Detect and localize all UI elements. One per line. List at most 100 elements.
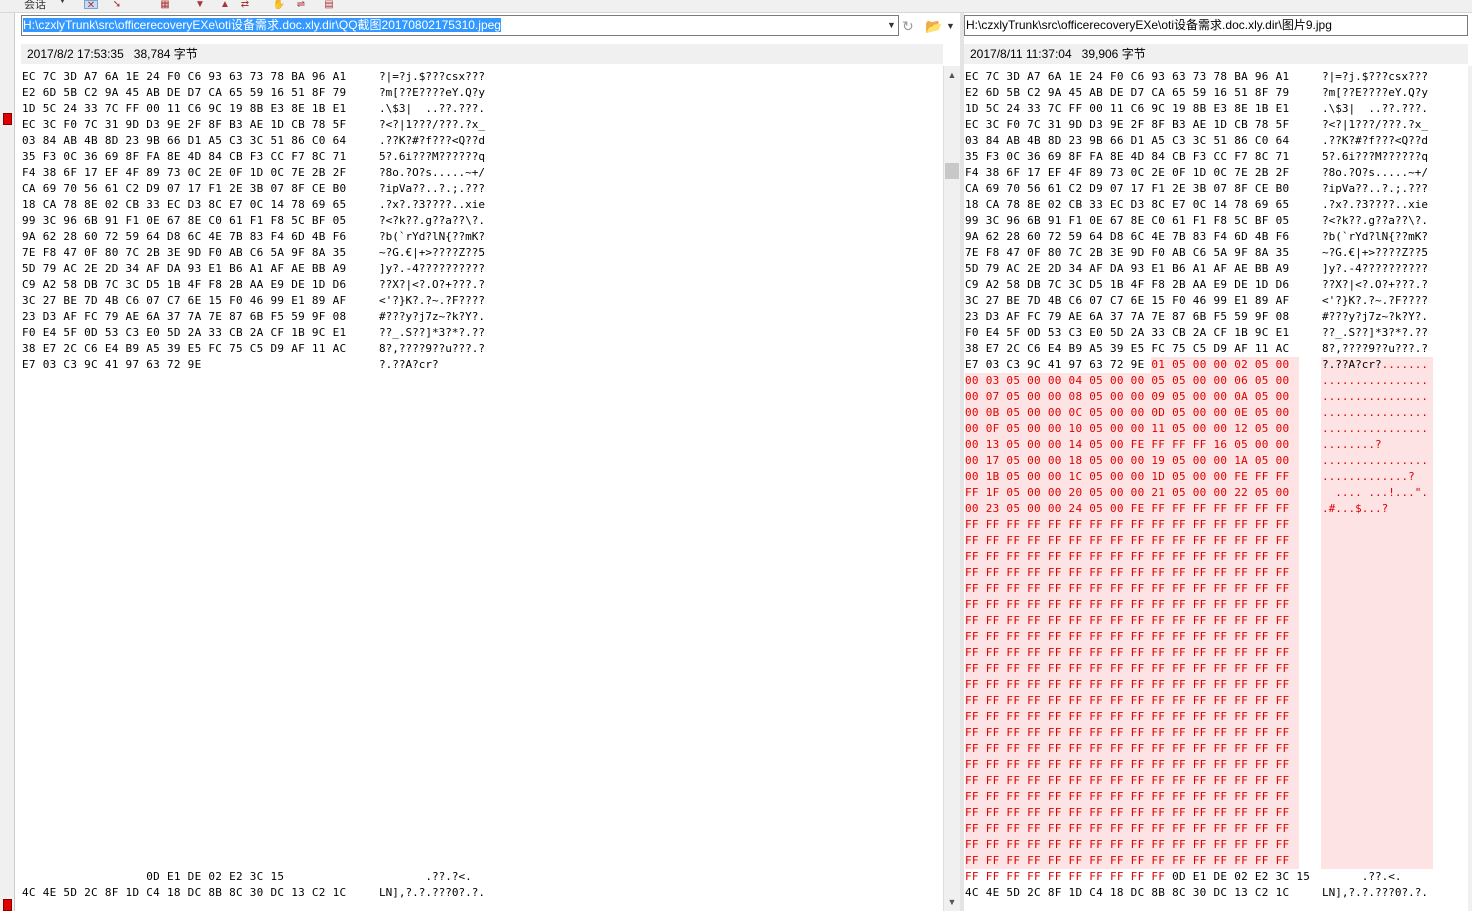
hex-bytes[interactable]: F4 38 6F 17 EF 4F 89 73 0C 2E 0F 1D 0C 7…: [22, 165, 346, 181]
hex-bytes[interactable]: FF FF FF FF FF FF FF FF FF FF FF FF FF F…: [965, 709, 1289, 725]
ascii-text[interactable]: ?.??A?cr?.......: [1322, 357, 1428, 373]
hex-bytes[interactable]: FF 1F 05 00 00 20 05 00 00 21 05 00 00 2…: [965, 485, 1289, 501]
left-path-dropdown-icon[interactable]: ▼: [885, 16, 898, 35]
hex-bytes[interactable]: C9 A2 58 DB 7C 3C D5 1B 4F F8 2B AA E9 D…: [22, 277, 346, 293]
hex-bytes[interactable]: FF FF FF FF FF FF FF FF FF FF FF FF FF F…: [965, 741, 1289, 757]
refresh-icon[interactable]: ↻: [902, 16, 914, 36]
hex-bytes[interactable]: 7E F8 47 0F 80 7C 2B 3E 9D F0 AB C6 5A 9…: [22, 245, 346, 261]
hex-bytes[interactable]: 9A 62 28 60 72 59 64 D8 6C 4E 7B 83 F4 6…: [22, 229, 346, 245]
ascii-text[interactable]: ??X?|<?.O?+???.?: [1322, 277, 1428, 293]
hex-bytes[interactable]: 4C 4E 5D 2C 8F 1D C4 18 DC 8B 8C 30 DC 1…: [965, 885, 1289, 901]
hex-bytes[interactable]: FF FF FF FF FF FF FF FF FF FF FF FF FF F…: [965, 725, 1289, 741]
ascii-text[interactable]: .?x?.?3????..xie: [379, 197, 485, 213]
hex-bytes[interactable]: CA 69 70 56 61 C2 D9 07 17 F1 2E 3B 07 8…: [965, 181, 1289, 197]
hex-bytes[interactable]: FF FF FF FF FF FF FF FF FF FF FF FF FF F…: [965, 821, 1289, 837]
ascii-text[interactable]: ?|=?j.$???csx???: [379, 69, 485, 85]
hex-bytes[interactable]: 3C 27 BE 7D 4B C6 07 C7 6E 15 F0 46 99 E…: [965, 293, 1289, 309]
sync-button[interactable]: ⇄: [238, 0, 252, 10]
hex-bytes[interactable]: 38 E7 2C C6 E4 B9 A5 39 E5 FC 75 C5 D9 A…: [22, 341, 346, 357]
hex-bytes[interactable]: 5D 79 AC 2E 2D 34 AF DA 93 E1 B6 A1 AF A…: [22, 261, 346, 277]
ascii-text[interactable]: ................: [1322, 453, 1428, 469]
hex-bytes[interactable]: F0 E4 5F 0D 53 C3 E0 5D 2A 33 CB 2A CF 1…: [22, 325, 346, 341]
diff-overview-gutter[interactable]: [0, 13, 15, 911]
hex-bytes[interactable]: 00 0B 05 00 00 0C 05 00 00 0D 05 00 00 0…: [965, 405, 1289, 421]
hand-button[interactable]: ✋: [272, 0, 286, 10]
hex-bytes[interactable]: EC 7C 3D A7 6A 1E 24 F0 C6 93 63 73 78 B…: [22, 69, 346, 85]
ascii-text[interactable]: 5?.6i???M??????q: [1322, 149, 1428, 165]
hex-bytes[interactable]: FF FF FF FF FF FF FF FF FF FF FF FF FF F…: [965, 853, 1289, 869]
hex-bytes[interactable]: 03 84 AB 4B 8D 23 9B 66 D1 A5 C3 3C 51 8…: [965, 133, 1289, 149]
hex-bytes[interactable]: FF FF FF FF FF FF FF FF FF FF 0D E1 DE 0…: [965, 869, 1310, 885]
hex-bytes[interactable]: F4 38 6F 17 EF 4F 89 73 0C 2E 0F 1D 0C 7…: [965, 165, 1289, 181]
diff-marker[interactable]: [3, 113, 12, 125]
ascii-text[interactable]: ................: [1322, 373, 1428, 389]
right-hex-pane[interactable]: EC 7C 3D A7 6A 1E 24 F0 C6 93 63 73 78 B…: [965, 66, 1468, 911]
ascii-text[interactable]: ??_.S??]*3?*?.??: [1322, 325, 1428, 341]
ascii-text[interactable]: LN],?.?.???0?.?.: [1322, 885, 1428, 901]
hex-bytes[interactable]: 4C 4E 5D 2C 8F 1D C4 18 DC 8B 8C 30 DC 1…: [22, 885, 346, 901]
ascii-text[interactable]: 8?,????9??u???.?: [379, 341, 485, 357]
scroll-up-icon[interactable]: ▲: [944, 68, 960, 82]
hex-bytes[interactable]: CA 69 70 56 61 C2 D9 07 17 F1 2E 3B 07 8…: [22, 181, 346, 197]
hex-bytes[interactable]: E2 6D 5B C2 9A 45 AB DE D7 CA 65 59 16 5…: [22, 85, 346, 101]
ascii-text[interactable]: ?ipVa??..?.;.???: [379, 181, 485, 197]
ascii-text[interactable]: ........?: [1322, 437, 1382, 453]
ascii-text[interactable]: ]y?.-4??????????: [1322, 261, 1428, 277]
right-path-input[interactable]: H:\czxlyTrunk\src\officerecoveryEXe\oti设…: [964, 15, 1468, 36]
scroll-thumb[interactable]: [945, 163, 959, 179]
ascii-text[interactable]: ?ipVa??..?.;.???: [1322, 181, 1428, 197]
hex-bytes[interactable]: 00 1B 05 00 00 1C 05 00 00 1D 05 00 00 F…: [965, 469, 1289, 485]
ascii-text[interactable]: #???y?j7z~?k?Y?.: [379, 309, 485, 325]
ascii-text[interactable]: ~?G.€|+>????Z??5: [1322, 245, 1428, 261]
pane-splitter[interactable]: [960, 13, 964, 911]
hex-bytes[interactable]: FF FF FF FF FF FF FF FF FF FF FF FF FF F…: [965, 789, 1289, 805]
hex-bytes[interactable]: FF FF FF FF FF FF FF FF FF FF FF FF FF F…: [965, 533, 1289, 549]
ascii-text[interactable]: .... ...!...".: [1322, 485, 1428, 501]
scroll-down-icon[interactable]: ▼: [944, 895, 960, 909]
open-folder-dropdown-icon[interactable]: ▼: [946, 16, 955, 36]
ascii-text[interactable]: ................: [1322, 421, 1428, 437]
ascii-text[interactable]: ?<?k??.g??a??\?.: [1322, 213, 1428, 229]
hex-bytes[interactable]: EC 3C F0 7C 31 9D D3 9E 2F 8F B3 AE 1D C…: [22, 117, 346, 133]
hex-bytes[interactable]: FF FF FF FF FF FF FF FF FF FF FF FF FF F…: [965, 581, 1289, 597]
hex-bytes[interactable]: 00 03 05 00 00 04 05 00 00 05 05 00 00 0…: [965, 373, 1289, 389]
ascii-text[interactable]: ]y?.-4??????????: [379, 261, 485, 277]
hex-bytes[interactable]: FF FF FF FF FF FF FF FF FF FF FF FF FF F…: [965, 597, 1289, 613]
ascii-text[interactable]: <'?}K?.?~.?F????: [1322, 293, 1428, 309]
ascii-text[interactable]: .\$3| ..??.???.: [379, 101, 485, 117]
ascii-text[interactable]: 8?,????9??u???.?: [1322, 341, 1428, 357]
session-dropdown-icon[interactable]: ▼: [58, 0, 67, 5]
hex-bytes[interactable]: 00 17 05 00 00 18 05 00 00 19 05 00 00 1…: [965, 453, 1289, 469]
session-menu-label[interactable]: 会话: [24, 0, 46, 12]
hex-bytes[interactable]: 23 D3 AF FC 79 AE 6A 37 7A 7E 87 6B F5 5…: [965, 309, 1289, 325]
hex-bytes[interactable]: EC 7C 3D A7 6A 1E 24 F0 C6 93 63 73 78 B…: [965, 69, 1289, 85]
ascii-text[interactable]: .#...$...?: [1322, 501, 1388, 517]
ascii-text[interactable]: ?<?k??.g??a??\?.: [379, 213, 485, 229]
hex-bytes[interactable]: 1D 5C 24 33 7C FF 00 11 C6 9C 19 8B E3 8…: [22, 101, 346, 117]
ascii-text[interactable]: .??.?<.: [379, 869, 471, 885]
right-scrollbar[interactable]: [1468, 66, 1472, 911]
hex-bytes[interactable]: FF FF FF FF FF FF FF FF FF FF FF FF FF F…: [965, 773, 1289, 789]
ascii-text[interactable]: ~?G.€|+>????Z??5: [379, 245, 485, 261]
hex-bytes[interactable]: 99 3C 96 6B 91 F1 0E 67 8E C0 61 F1 F8 5…: [965, 213, 1289, 229]
hex-bytes[interactable]: EC 3C F0 7C 31 9D D3 9E 2F 8F B3 AE 1D C…: [965, 117, 1289, 133]
hex-bytes[interactable]: 35 F3 0C 36 69 8F FA 8E 4D 84 CB F3 CC F…: [965, 149, 1289, 165]
ascii-text[interactable]: LN],?.?.???0?.?.: [379, 885, 485, 901]
hex-bytes[interactable]: FF FF FF FF FF FF FF FF FF FF FF FF FF F…: [965, 517, 1289, 533]
hex-bytes[interactable]: FF FF FF FF FF FF FF FF FF FF FF FF FF F…: [965, 613, 1289, 629]
hex-bytes[interactable]: FF FF FF FF FF FF FF FF FF FF FF FF FF F…: [965, 837, 1289, 853]
ascii-text[interactable]: <'?}K?.?~.?F????: [379, 293, 485, 309]
hex-bytes[interactable]: FF FF FF FF FF FF FF FF FF FF FF FF FF F…: [965, 693, 1289, 709]
ascii-text[interactable]: ?b(`rYd?lN{??mK?: [1322, 229, 1428, 245]
hex-bytes[interactable]: E7 03 C3 9C 41 97 63 72 9E: [22, 357, 201, 373]
ascii-text[interactable]: #???y?j7z~?k?Y?.: [1322, 309, 1428, 325]
hex-bytes[interactable]: 0D E1 DE 02 E2 3C 15: [22, 869, 284, 885]
left-hex-pane[interactable]: EC 7C 3D A7 6A 1E 24 F0 C6 93 63 73 78 B…: [22, 66, 942, 911]
ascii-text[interactable]: .??.<.: [1322, 869, 1402, 885]
hex-bytes[interactable]: FF FF FF FF FF FF FF FF FF FF FF FF FF F…: [965, 645, 1289, 661]
ascii-text[interactable]: .??K?#?f???<Q??d: [379, 133, 485, 149]
hex-bytes[interactable]: 00 13 05 00 00 14 05 00 FE FF FF FF 16 0…: [965, 437, 1289, 453]
hex-bytes[interactable]: 1D 5C 24 33 7C FF 00 11 C6 9C 19 8B E3 8…: [965, 101, 1289, 117]
hex-bytes[interactable]: F0 E4 5F 0D 53 C3 E0 5D 2A 33 CB 2A CF 1…: [965, 325, 1289, 341]
ascii-text[interactable]: .??K?#?f???<Q??d: [1322, 133, 1428, 149]
